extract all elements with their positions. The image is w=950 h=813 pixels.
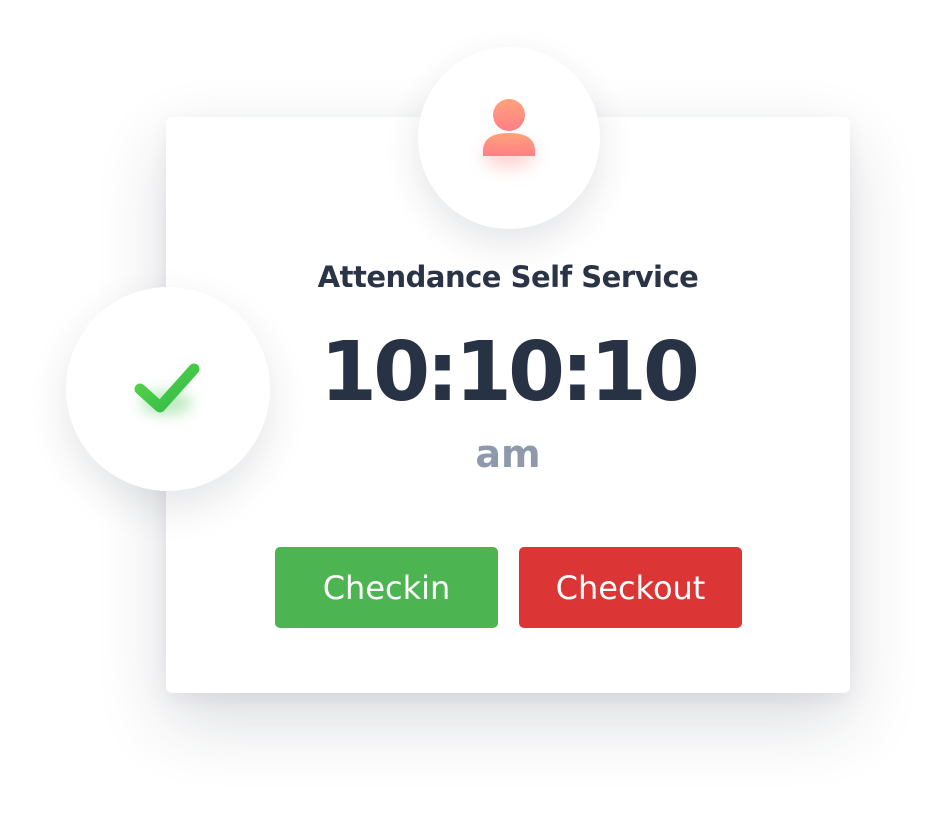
attendance-widget: Attendance Self Service 10:10:10 am Chec… [0,0,950,813]
clock-time: 10:10:10 [320,325,700,420]
avatar-badge [418,47,600,229]
checkin-button[interactable]: Checkin [275,547,498,628]
clock-period: am [475,432,541,476]
checkout-button[interactable]: Checkout [519,547,742,628]
card-title: Attendance Self Service [317,260,699,294]
user-icon [483,99,535,169]
